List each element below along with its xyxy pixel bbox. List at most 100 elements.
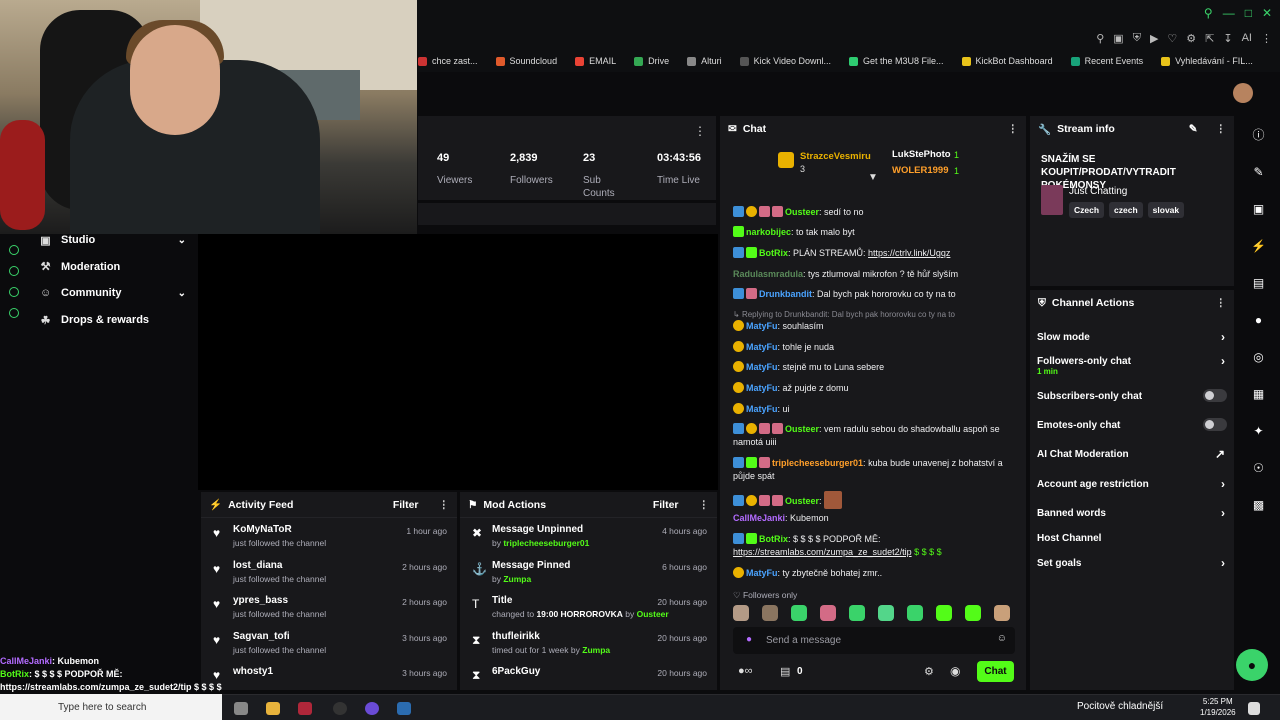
opera-icon[interactable]	[298, 702, 312, 715]
sidebar-item-community[interactable]: ☺ Community ⌄	[28, 280, 198, 307]
bookmark-item[interactable]: Soundcloud	[495, 56, 557, 66]
settings-icon[interactable]	[9, 308, 19, 318]
menu-icon[interactable]: ⋮	[1261, 32, 1272, 45]
emote-icon[interactable]	[965, 605, 981, 621]
chat-message[interactable]: BotRix: PLÁN STREAMŮ: https://ctrlv.link…	[733, 247, 1018, 260]
tag-badge[interactable]: slovak	[1147, 202, 1185, 218]
sidebar-item-moderation[interactable]: ⚒ Moderation	[28, 254, 198, 281]
emote-icon[interactable]	[762, 605, 778, 621]
extensions-icon[interactable]: ⚙	[1186, 32, 1196, 45]
chat-username[interactable]: MatyFu	[746, 362, 778, 372]
sidebar-item-drops-rewards[interactable]: ☘ Drops & rewards	[28, 307, 198, 334]
bookmark-item[interactable]: Recent Events	[1070, 56, 1143, 66]
activity-row[interactable]: ♥ lost_diana just followed the channel 2 ho…	[201, 554, 457, 590]
calculator-icon[interactable]	[397, 702, 411, 715]
chat-message[interactable]: MatyFu: souhlasím	[733, 320, 1018, 333]
taskview-icon[interactable]	[234, 702, 248, 715]
chat-message[interactable]: MatyFu: ui	[733, 403, 1018, 416]
channel-action-slow-mode[interactable]: Slow mode ›	[1037, 330, 1227, 344]
chat-username[interactable]: Ousteer	[785, 424, 819, 434]
share-icon[interactable]: ☉	[1237, 449, 1280, 486]
chat-message[interactable]: MatyFu: tohle je nuda	[733, 341, 1018, 354]
channel-action-subscribers-only-chat[interactable]: Subscribers-only chat	[1037, 389, 1227, 402]
channel-action-set-goals[interactable]: Set goals ›	[1037, 556, 1227, 570]
moderator-name[interactable]: Ousteer	[637, 609, 669, 619]
bookmark-item[interactable]: Alturi	[687, 56, 722, 66]
info-icon[interactable]: ⓘ	[1237, 116, 1280, 153]
chat-message[interactable]: triplecheeseburger01: kuba bude unavenej…	[733, 457, 1018, 483]
bookmark-item[interactable]: chce zast...	[418, 56, 478, 66]
layout-icon[interactable]: ▦	[1237, 375, 1280, 412]
sidebar-item-studio[interactable]: ▣ Studio ⌄	[28, 227, 198, 254]
clock-icon[interactable]	[9, 266, 19, 276]
shield-icon[interactable]: ⛨	[1133, 32, 1141, 45]
notification-icon[interactable]	[1248, 702, 1260, 715]
bookmark-item[interactable]: EMAIL	[575, 56, 616, 66]
chat-bubble-icon[interactable]: ●	[1237, 301, 1280, 338]
bookmark-item[interactable]: KickBot Dashboard	[961, 56, 1053, 66]
chat-message[interactable]: Drunkbandit: Dal bych pak hororovku co t…	[733, 288, 1018, 301]
wrench-icon[interactable]: ✦	[1237, 412, 1280, 449]
chat-message[interactable]: BotRix: $ $ $ $ PODPOŘ MĚ: https://strea…	[733, 533, 1018, 559]
clock[interactable]: 5:25 PM 1/19/2026	[1200, 696, 1236, 718]
chat-username[interactable]: BotRix	[759, 248, 788, 258]
chat-message[interactable]: MatyFu: až pujde z domu	[733, 382, 1018, 395]
filter-button[interactable]: Filter	[653, 499, 679, 511]
chat-username[interactable]: triplecheeseburger01	[772, 458, 863, 468]
bolt-icon[interactable]: ⚡	[1237, 227, 1280, 264]
edit-icon[interactable]: ✎	[1237, 153, 1280, 190]
chat-link[interactable]: https://streamlabs.com/zumpa_ze_sudet2/t…	[733, 547, 912, 557]
points-icon[interactable]: ●∞	[738, 665, 753, 677]
emote-icon[interactable]	[791, 605, 807, 621]
gift-icon[interactable]: ▤	[780, 665, 790, 678]
channel-action-followers-only-chat[interactable]: Followers-only chat 1 min ›	[1037, 354, 1227, 376]
document-icon[interactable]: ▤	[1237, 264, 1280, 301]
moderator-name[interactable]: Zumpa	[503, 574, 531, 584]
emoji-icon[interactable]: ☺	[997, 633, 1007, 644]
chat-message[interactable]: narkobijec: to tak malo byt	[733, 226, 1018, 239]
chat-send-button[interactable]: Chat	[977, 661, 1014, 682]
emote-icon[interactable]	[820, 605, 836, 621]
emote-icon[interactable]	[907, 605, 923, 621]
obs-icon[interactable]	[333, 702, 347, 715]
tag-badge[interactable]: czech	[1109, 202, 1143, 218]
bookmark-item[interactable]: Get the M3U8 File...	[849, 56, 944, 66]
toggle-switch[interactable]	[1203, 418, 1227, 431]
minimize-icon[interactable]: —	[1223, 6, 1235, 20]
chat-username[interactable]: Radulasmradula	[733, 269, 803, 279]
more-icon[interactable]: ⋮	[1216, 123, 1227, 135]
mic-icon[interactable]: ●	[746, 634, 752, 645]
chat-message[interactable]: Ousteer: vem radulu sebou do shadowballu…	[733, 423, 1018, 449]
chat-username[interactable]: narkobijec	[746, 227, 791, 237]
screenshot-icon[interactable]: ▣	[1113, 32, 1123, 45]
chat-message[interactable]: Ousteer:	[733, 491, 1018, 509]
more-icon[interactable]: ⋮	[699, 499, 710, 511]
bookmark-item[interactable]: Vyhledávání - FIL...	[1161, 56, 1253, 66]
bot-icon[interactable]: ◉	[950, 664, 960, 678]
message-input[interactable]: ● Send a message ☺	[733, 627, 1015, 654]
download-icon[interactable]: ↧	[1223, 32, 1232, 45]
window-controls[interactable]: ⚲ — □ ✕	[1204, 6, 1272, 20]
chat-username[interactable]: Drunkbandit	[759, 289, 812, 299]
chat-message[interactable]: Ousteer: sedí to no	[733, 206, 1018, 219]
category-name[interactable]: Just Chatting	[1069, 186, 1127, 197]
play-icon[interactable]: ▶	[1150, 32, 1158, 45]
mod-action-row[interactable]: ⧗ 6PackGuy 20 hours ago	[460, 660, 717, 696]
chat-message[interactable]: CallMeJanki: Kubemon	[733, 512, 1018, 525]
clapper-icon[interactable]: ▩	[1237, 486, 1280, 523]
more-icon[interactable]: ⋮	[439, 499, 450, 511]
share-icon[interactable]: ⇱	[1205, 32, 1214, 45]
heart-icon[interactable]: ♡	[1167, 32, 1177, 45]
tag-badge[interactable]: Czech	[1069, 202, 1105, 218]
emote-icon[interactable]	[849, 605, 865, 621]
capture-icon[interactable]: ▣	[1237, 190, 1280, 227]
avatar[interactable]	[1233, 83, 1253, 103]
bookmark-item[interactable]: Drive	[634, 56, 669, 66]
app-icon[interactable]	[365, 702, 379, 715]
mod-action-row[interactable]: ✖ Message Unpinned by triplecheeseburger01…	[460, 518, 717, 554]
people-icon[interactable]	[9, 287, 19, 297]
moderator-name[interactable]: triplecheeseburger01	[503, 538, 589, 548]
leader-second[interactable]: LukStePhoto	[892, 149, 951, 160]
activity-row[interactable]: ♥ KoMyNaToR just followed the channel 1 hou…	[201, 518, 457, 554]
settings-icon[interactable]: ⚙	[924, 665, 934, 678]
